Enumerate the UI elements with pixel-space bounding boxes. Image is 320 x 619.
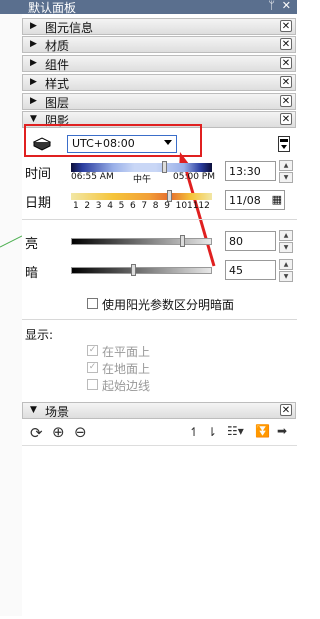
- refresh-icon[interactable]: ⟳: [30, 424, 43, 442]
- down-icon[interactable]: ▼: [279, 242, 293, 253]
- display-label: 显示:: [25, 328, 54, 342]
- date-input[interactable]: 11/08 ▦: [225, 190, 285, 210]
- dark-label: 暗: [25, 266, 39, 281]
- from-edges-label: 起始边线: [102, 379, 151, 393]
- collapse-arrow-icon: ▼: [30, 405, 37, 415]
- date-slider[interactable]: [71, 193, 212, 200]
- date-tick-label: 7: [141, 201, 148, 211]
- close-icon[interactable]: ✕: [280, 404, 292, 416]
- date-tick-label: 11: [187, 201, 199, 211]
- light-spinner[interactable]: ▲ ▼: [279, 230, 293, 253]
- time-mid-label: 中午: [133, 175, 152, 185]
- on-faces-label: 在平面上: [102, 345, 151, 359]
- time-slider-thumb[interactable]: [162, 161, 167, 173]
- sun-shading-checkbox[interactable]: [87, 298, 98, 309]
- on-faces-checkbox[interactable]: ✓: [87, 345, 98, 356]
- date-tick-label: 10: [175, 201, 188, 211]
- dark-input[interactable]: 45: [225, 260, 276, 280]
- light-slider[interactable]: [71, 238, 212, 245]
- date-label: 日期: [25, 196, 52, 211]
- down-icon[interactable]: ▼: [279, 271, 293, 282]
- time-input[interactable]: 13:30: [225, 161, 276, 181]
- section-scenes[interactable]: ▼ 场景 ✕: [22, 402, 296, 419]
- add-scene-icon[interactable]: ⊕: [52, 423, 65, 441]
- date-value: 11/08: [229, 194, 261, 207]
- date-tick-label: 5: [118, 201, 125, 211]
- time-slider[interactable]: [71, 163, 212, 172]
- divider: [22, 219, 297, 220]
- dark-slider[interactable]: [71, 267, 212, 274]
- dark-spinner[interactable]: ▲ ▼: [279, 259, 293, 282]
- up-icon[interactable]: ▲: [279, 160, 293, 171]
- date-tick-label: 6: [130, 201, 136, 211]
- dark-slider-thumb[interactable]: [131, 264, 136, 276]
- time-label: 时间: [25, 167, 52, 182]
- date-tick-label: 9: [164, 201, 170, 211]
- light-input[interactable]: 80: [225, 231, 276, 251]
- scene-list-area: [22, 445, 297, 617]
- dark-value: 45: [229, 264, 243, 277]
- move-down-icon[interactable]: ⇂: [207, 425, 217, 439]
- light-slider-thumb[interactable]: [180, 235, 185, 247]
- calendar-icon[interactable]: ▦: [272, 193, 282, 206]
- up-icon[interactable]: ▲: [279, 259, 293, 270]
- time-start-label: 06:55 AM: [71, 172, 114, 182]
- light-label: 亮: [25, 237, 39, 252]
- remove-scene-icon[interactable]: ⊖: [74, 423, 87, 441]
- details-toggle-icon[interactable]: ⏬: [255, 424, 270, 438]
- date-tick-label: 2: [84, 201, 91, 211]
- expand-icon[interactable]: ➡: [277, 424, 287, 438]
- section-label: 场景: [45, 405, 70, 419]
- from-edges-checkbox[interactable]: [87, 379, 98, 390]
- date-tick-label: 12: [198, 201, 210, 211]
- time-end-label: 05:00 PM: [173, 172, 215, 182]
- down-icon[interactable]: ▼: [279, 172, 293, 183]
- time-spinner[interactable]: ▲ ▼: [279, 160, 293, 183]
- on-ground-label: 在地面上: [102, 362, 151, 376]
- up-icon[interactable]: ▲: [279, 230, 293, 241]
- view-options-icon[interactable]: ☷▾: [227, 424, 244, 438]
- date-tick-label: 8: [152, 201, 159, 211]
- date-tick-label: 3: [95, 201, 102, 211]
- on-ground-checkbox[interactable]: ✓: [87, 362, 98, 373]
- date-tick-label: 4: [107, 201, 113, 211]
- time-value: 13:30: [229, 165, 261, 178]
- sun-shading-label: 使用阳光参数区分明暗面: [102, 298, 235, 312]
- move-up-icon[interactable]: ↿: [189, 425, 199, 439]
- divider: [22, 319, 297, 320]
- date-tick-label: 1: [73, 201, 79, 211]
- light-value: 80: [229, 235, 243, 248]
